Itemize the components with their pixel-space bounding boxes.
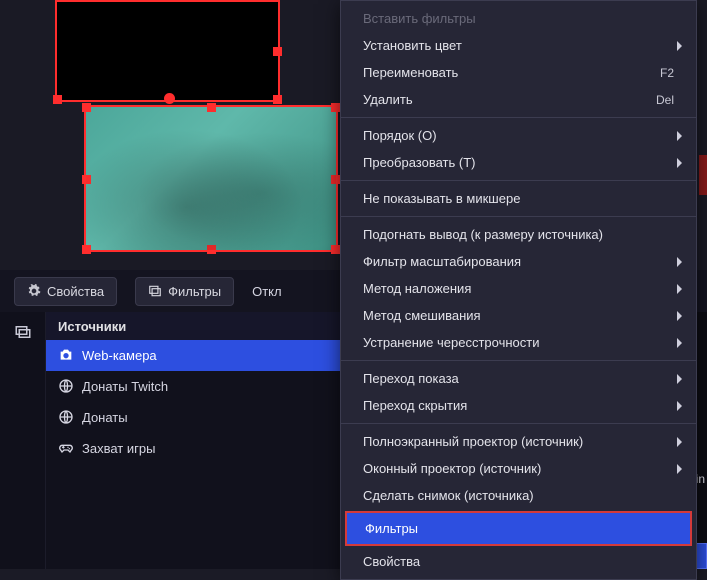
chevron-right-icon — [677, 131, 682, 141]
menu-item-label: Сделать снимок (источника) — [363, 488, 534, 503]
menu-shortcut: Del — [656, 93, 674, 107]
menu-item-label: Преобразовать (T) — [363, 155, 475, 170]
layers-icon — [148, 284, 162, 298]
menu-item-label: Оконный проектор (источник) — [363, 461, 541, 476]
chevron-right-icon — [677, 401, 682, 411]
camera-icon — [58, 347, 74, 363]
properties-button[interactable]: Свойства — [14, 277, 117, 306]
chevron-right-icon — [677, 311, 682, 321]
source-item-label: Захват игры — [82, 441, 155, 456]
menu-item[interactable]: Фильтр масштабирования — [341, 248, 696, 275]
menu-item-label: Метод смешивания — [363, 308, 481, 323]
filters-label: Фильтры — [168, 284, 221, 299]
resize-handle[interactable] — [273, 95, 282, 104]
menu-item[interactable]: Фильтры — [345, 511, 692, 546]
resize-handle[interactable] — [331, 175, 340, 184]
menu-item-label: Устранение чересстрочности — [363, 335, 539, 350]
menu-item[interactable]: Удалить Del — [341, 86, 696, 113]
menu-item[interactable]: Сделать снимок (источника) — [341, 482, 696, 509]
resize-handle[interactable] — [82, 175, 91, 184]
resize-handle[interactable] — [331, 245, 340, 254]
menu-item-label: Метод наложения — [363, 281, 471, 296]
menu-item-label: Подогнать вывод (к размеру источника) — [363, 227, 603, 242]
filters-button[interactable]: Фильтры — [135, 277, 234, 306]
menu-item[interactable]: Не показывать в микшере — [341, 185, 696, 212]
resize-handle[interactable] — [207, 103, 216, 112]
menu-item[interactable]: Подогнать вывод (к размеру источника) — [341, 221, 696, 248]
globe-icon — [58, 378, 74, 394]
menu-item[interactable]: Полноэкранный проектор (источник) — [341, 428, 696, 455]
menu-item-label: Фильтр масштабирования — [363, 254, 521, 269]
menu-separator — [341, 117, 696, 118]
menu-item[interactable]: Свойства — [341, 548, 696, 575]
menu-item[interactable]: Устранение чересстрочности — [341, 329, 696, 356]
chevron-right-icon — [677, 284, 682, 294]
globe-icon — [58, 409, 74, 425]
menu-item-label: Установить цвет — [363, 38, 462, 53]
menu-item[interactable]: Переход скрытия — [341, 392, 696, 419]
menu-item[interactable]: Преобразовать (T) — [341, 149, 696, 176]
red-indicator — [699, 155, 707, 195]
menu-item-label: Вставить фильтры — [363, 11, 476, 26]
menu-item-label: Порядок (O) — [363, 128, 437, 143]
resize-handle[interactable] — [164, 93, 175, 104]
chevron-right-icon — [677, 257, 682, 267]
menu-item-label: Переход показа — [363, 371, 459, 386]
menu-item-label: Переименовать — [363, 65, 458, 80]
menu-item[interactable]: Переход показа — [341, 365, 696, 392]
gear-icon — [27, 284, 41, 298]
chevron-right-icon — [677, 158, 682, 168]
menu-shortcut: F2 — [660, 66, 674, 80]
menu-item-label: Полноэкранный проектор (источник) — [363, 434, 583, 449]
resize-handle[interactable] — [207, 245, 216, 254]
scenes-tab-icon[interactable] — [14, 323, 32, 341]
right-edge-hint: in — [696, 472, 705, 486]
source-item-label: Донаты Twitch — [82, 379, 168, 394]
menu-item[interactable]: Оконный проектор (источник) — [341, 455, 696, 482]
menu-item: Вставить фильтры — [341, 5, 696, 32]
source-box-webcam[interactable] — [84, 105, 338, 252]
resize-handle[interactable] — [331, 103, 340, 112]
resize-handle[interactable] — [82, 103, 91, 112]
resize-handle[interactable] — [53, 95, 62, 104]
source-item-label: Донаты — [82, 410, 128, 425]
panel-tabs — [0, 312, 46, 569]
chevron-right-icon — [677, 464, 682, 474]
context-menu: Вставить фильтры Установить цвет Переимено… — [340, 0, 697, 580]
menu-item[interactable]: Переименовать F2 — [341, 59, 696, 86]
properties-label: Свойства — [47, 284, 104, 299]
chevron-right-icon — [677, 437, 682, 447]
menu-separator — [341, 216, 696, 217]
menu-item[interactable]: Порядок (O) — [341, 122, 696, 149]
source-box-black[interactable] — [55, 0, 280, 102]
menu-separator — [341, 180, 696, 181]
disable-button-partial[interactable]: Откл — [252, 284, 282, 299]
menu-item[interactable]: Метод смешивания — [341, 302, 696, 329]
chevron-right-icon — [677, 374, 682, 384]
resize-handle[interactable] — [273, 47, 282, 56]
chevron-right-icon — [677, 338, 682, 348]
gamepad-icon — [58, 440, 74, 456]
chevron-right-icon — [677, 41, 682, 51]
menu-item-label: Переход скрытия — [363, 398, 467, 413]
menu-item[interactable]: Установить цвет — [341, 32, 696, 59]
menu-item[interactable]: Метод наложения — [341, 275, 696, 302]
menu-item-label: Фильтры — [365, 521, 418, 536]
menu-item-label: Свойства — [363, 554, 420, 569]
menu-item-label: Удалить — [363, 92, 413, 107]
menu-item-label: Не показывать в микшере — [363, 191, 520, 206]
resize-handle[interactable] — [82, 245, 91, 254]
menu-separator — [341, 423, 696, 424]
menu-separator — [341, 360, 696, 361]
source-item-label: Web-камера — [82, 348, 157, 363]
